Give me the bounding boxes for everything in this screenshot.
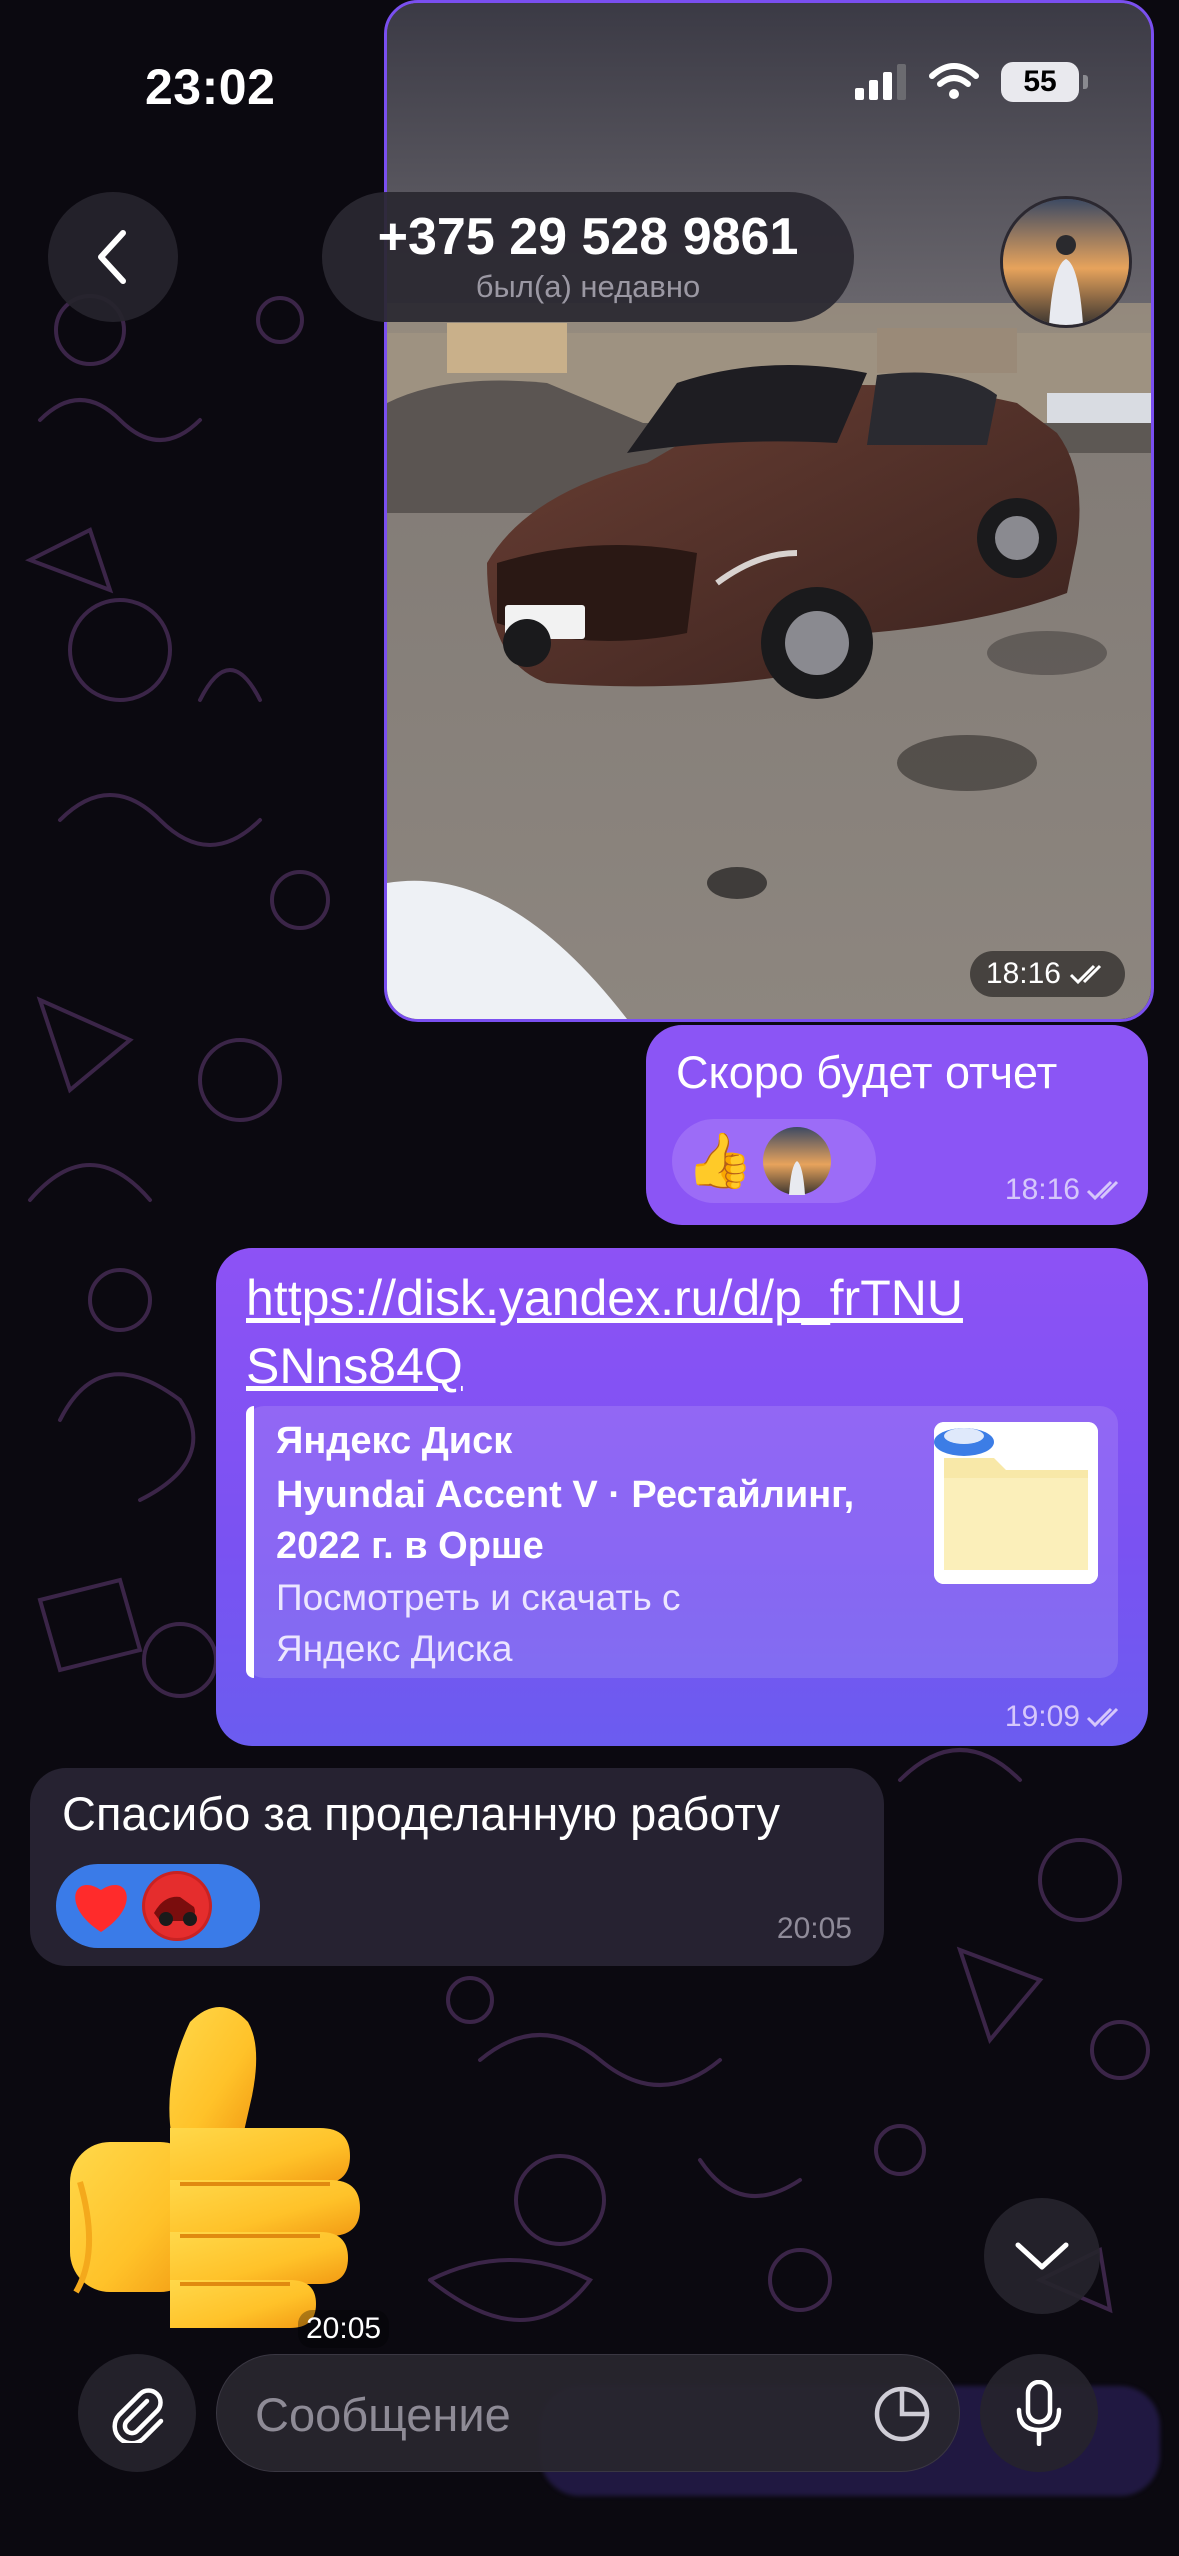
contact-avatar[interactable] [1000,196,1132,328]
message-input-container[interactable] [216,2354,960,2473]
battery-indicator: 55 [1001,62,1088,102]
thumbs-up-icon [70,2007,360,2328]
message-bubble-outgoing[interactable]: Скоро будет отчет 👍 18:16 [646,1025,1148,1225]
microphone-button[interactable] [980,2354,1098,2472]
reactor-avatar [763,1127,832,1195]
status-time: 23:02 [145,59,276,115]
preview-thumbnail [934,1422,1098,1584]
preview-accent-bar [246,1406,254,1678]
attach-button[interactable] [78,2354,196,2472]
preview-title: Hyundai Accent V · Рестайлинг, 2022 г. в… [276,1474,855,1567]
sticker-icon[interactable] [873,2385,931,2443]
message-text: Спасибо за проделанную работу [62,1787,780,1840]
contact-status: был(а) недавно [475,269,701,304]
chevron-left-icon [98,230,126,284]
message-bubble-outgoing-link[interactable]: https://disk.yandex.ru/d/p_frTNUSNns84Q … [216,1248,1148,1746]
double-check-icon [1086,1707,1119,1728]
message-time: 18:16 [969,951,1125,997]
thumbs-up-icon: 👍 [686,1131,754,1191]
reactor-avatar [142,1871,212,1941]
folder-icon [934,1422,1098,1584]
signal-icon [855,64,906,100]
microphone-icon [1016,2380,1062,2446]
thumbs-up-sticker[interactable] [60,1992,390,2332]
back-button[interactable] [48,192,178,322]
car-photo [387,3,1151,1019]
message-time: 19:09 [1005,1700,1126,1734]
wifi-icon [929,63,979,99]
message-link[interactable]: https://disk.yandex.ru/d/p_frTNUSNns84Q [246,1264,966,1400]
status-icons: 55 [855,62,1088,102]
contact-name: +375 29 528 9861 [377,208,799,266]
message-input[interactable] [253,2355,817,2473]
scroll-down-button[interactable] [984,2198,1100,2314]
preview-site-name: Яндекс Диск [276,1420,513,1462]
paperclip-icon [112,2388,164,2443]
sticker-time: 20:05 [298,2310,390,2348]
message-text: Скоро будет отчет [676,1047,1058,1098]
reactions[interactable]: 👍 [672,1119,876,1203]
link-preview[interactable]: Яндекс Диск Hyundai Accent V · Рестайлин… [246,1406,1118,1678]
preview-description: Посмотреть и скачать с Яндекс Диска [276,1577,681,1669]
avatar-image [1003,199,1129,325]
message-time: 18:16 [1005,1173,1126,1207]
reactions[interactable] [56,1864,260,1948]
double-check-icon [1086,1180,1119,1201]
heart-icon [75,1884,127,1932]
double-check-icon [1069,964,1102,985]
chevron-down-icon [1015,2242,1069,2270]
message-bubble-incoming[interactable]: Спасибо за проделанную работу 20:05 [30,1768,884,1966]
chat-title[interactable]: +375 29 528 9861 был(а) недавно [322,192,854,322]
photo-message[interactable]: 18:16 [384,0,1154,1022]
message-time: 20:05 [776,1912,852,1945]
